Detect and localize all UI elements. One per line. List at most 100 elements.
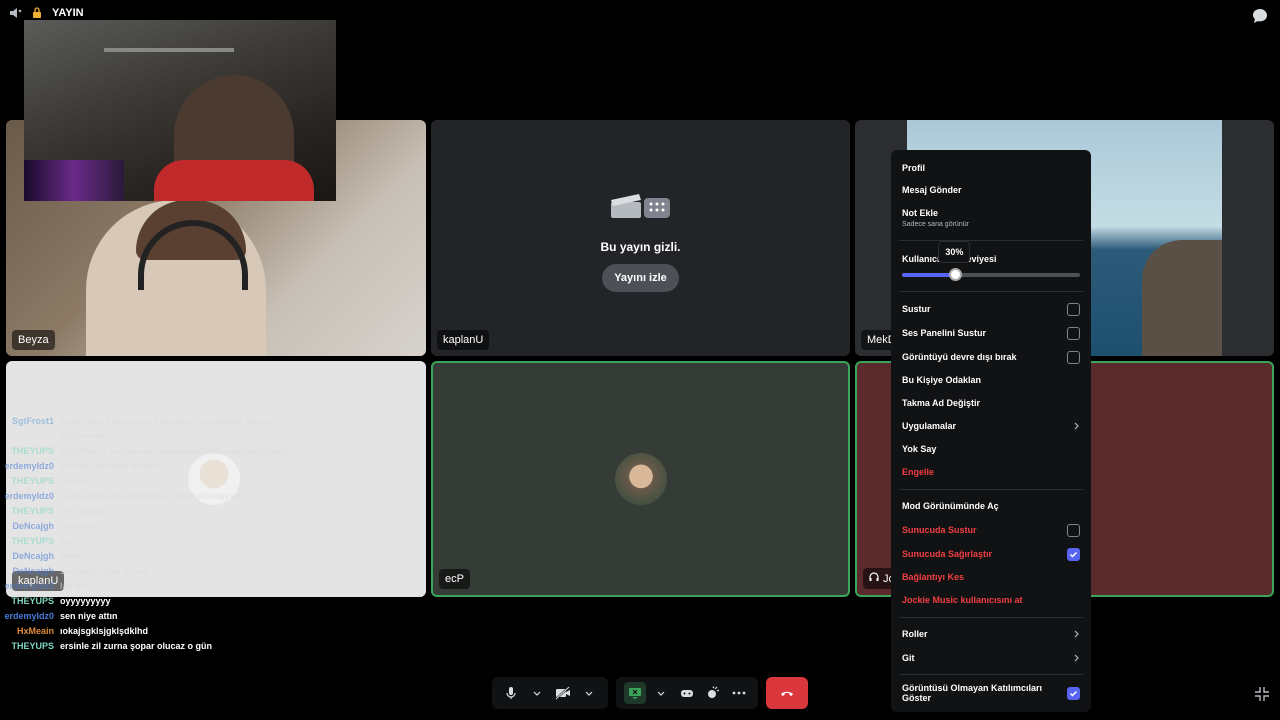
menu-item-roles[interactable]: Roller: [902, 626, 1080, 642]
more-icon[interactable]: [728, 682, 750, 704]
video-tile-ecp[interactable]: ecP: [431, 361, 850, 597]
chat-message: DeNcajgh lanatma: [4, 519, 304, 534]
chat-message: THEYUPS oyyyyyyyyy: [4, 594, 304, 609]
stream-label: YAYIN: [52, 7, 84, 19]
menu-item-kick-user[interactable]: Jockie Music kullanıcısını at: [902, 592, 1080, 608]
chevron-down-icon[interactable]: [526, 682, 548, 704]
menu-item-profile[interactable]: Profil: [902, 160, 1080, 176]
mic-icon[interactable]: [500, 682, 522, 704]
menu-separator: [899, 240, 1083, 241]
chat-message: erdemyldz0 bazen çok kıncı oluyorsun @mra…: [4, 489, 304, 504]
menu-item-server-mute[interactable]: Sunucuda Sustur: [902, 522, 1080, 538]
menu-item-mute-soundboard[interactable]: Ses Panelini Sustur: [902, 325, 1080, 341]
menu-item-show-non-video[interactable]: Görüntüsü Olmayan Katılımcıları Göster: [902, 683, 1080, 703]
chevron-right-icon: [1072, 422, 1080, 430]
chat-username: HxMeain: [16, 626, 54, 636]
chevron-down-icon[interactable]: [578, 682, 600, 704]
volume-tooltip: 30%: [938, 241, 971, 263]
activity-icon[interactable]: [676, 682, 698, 704]
menu-item-disconnect[interactable]: Bağlantıyı Kes: [902, 569, 1080, 585]
chat-username: THEYUPS: [11, 596, 54, 606]
chat-text: oyyyyyyyyy: [60, 596, 111, 606]
disable-video-checkbox[interactable]: [1067, 350, 1080, 364]
chat-text: kuzen ben kaçıyorum oğuyorum o sağdaki f…: [60, 416, 279, 426]
tile-label: kaplanU: [437, 330, 490, 350]
server-mute-checkbox[interactable]: [1067, 523, 1080, 537]
screen-share-icon[interactable]: [624, 682, 646, 704]
speaker-icon[interactable]: [8, 6, 22, 20]
chat-username: erdemyldz0: [4, 581, 54, 591]
watch-stream-button[interactable]: Yayını izle: [602, 264, 679, 292]
chat-text: kedi duygulanıp oynadı: [60, 461, 161, 471]
menu-item-ignore[interactable]: Yok Say: [902, 441, 1080, 457]
user-context-menu: Profil Mesaj Gönder Not Ekle Sadece sana…: [891, 150, 1091, 712]
chat-username: DeNcajgh: [12, 566, 54, 576]
server-deafen-checkbox[interactable]: [1067, 547, 1080, 561]
menu-item-mute[interactable]: Sustur: [902, 301, 1080, 317]
menu-item-add-note[interactable]: Not Ekle: [902, 205, 1080, 221]
pc-rgb-light: [24, 160, 124, 201]
menu-separator: [899, 489, 1083, 490]
check-icon: [1069, 551, 1078, 558]
mute-checkbox[interactable]: [1067, 302, 1080, 316]
menu-item-server-deafen[interactable]: Sunucuda Sağırlaştır: [902, 546, 1080, 562]
menu-item-apps[interactable]: Uygulamalar: [902, 418, 1080, 434]
chevron-right-icon: [1072, 654, 1080, 662]
menu-separator: [899, 291, 1083, 292]
chat-message: erdemyldz0 kedi duygulanıp oynadı: [4, 459, 304, 474]
call-controls: [492, 677, 808, 709]
chat-text: bazen çok kıncı oluyorsun @mrakhoidyumi: [60, 491, 246, 501]
menu-item-open-mod-view[interactable]: Mod Görünümünde Aç: [902, 498, 1080, 514]
pip-webcam[interactable]: [24, 20, 336, 201]
stream-chat-overlay: SgtFrost1 kuzen ben kaçıyorum oğuyorum o …: [4, 414, 304, 654]
headphones-icon: [869, 572, 879, 585]
chat-username: erdemyldz0: [4, 491, 54, 501]
hangup-icon: [780, 684, 794, 702]
chat-text: lanatma: [60, 521, 95, 531]
camera-off-icon[interactable]: [552, 682, 574, 704]
add-note-subtext: Sadece sana görünür: [902, 221, 969, 228]
menu-item-disable-video[interactable]: Görüntüyü devre dışı bırak: [902, 349, 1080, 365]
chat-text: lan olm: [60, 581, 92, 591]
chat-username: erdemyldz0: [4, 611, 54, 621]
tile-label: Beyza: [12, 330, 55, 350]
menu-separator: [899, 674, 1083, 675]
chat-message: erdemyldz0 sen niye attın: [4, 609, 304, 624]
chat-username: THEYUPS: [11, 476, 54, 486]
soundboard-icon[interactable]: [702, 682, 724, 704]
chat-message: THEYUPS ersinle zil zurna şopar olucaz o …: [4, 639, 304, 654]
audio-video-group: [492, 677, 608, 709]
chat-message: THEYUPS hazırım: [4, 474, 304, 489]
chat-username: erdemyldz0: [4, 461, 54, 471]
chat-text: sen niye attın: [60, 611, 118, 621]
volume-label: Kullanıcı Ses Seviyesi: [902, 254, 997, 264]
chat-text: ıokajsgklsjgklşdklhd: [60, 626, 149, 636]
chat-text: gözlerinden: [60, 431, 111, 441]
top-bar: YAYIN: [8, 6, 84, 20]
menu-item-go[interactable]: Git: [902, 650, 1080, 666]
check-icon: [1070, 690, 1078, 697]
menu-item-send-message[interactable]: Mesaj Gönder: [902, 182, 1080, 198]
volume-slider-fill: [902, 273, 956, 277]
activity-group: [616, 677, 758, 709]
shrink-icon[interactable]: [1254, 686, 1270, 702]
video-tile-kaplanu[interactable]: Bu yayın gizli. Yayını izle kaplanU: [431, 120, 850, 356]
avatar: [614, 453, 667, 505]
tile-label: ecP: [439, 569, 470, 589]
chat-username: THEYUPS: [11, 506, 54, 516]
mute-soundboard-checkbox[interactable]: [1067, 326, 1080, 340]
chat-message: HxMeain ıokajsgklsjgklşdklhd: [4, 624, 304, 639]
chevron-down-icon[interactable]: [650, 682, 672, 704]
volume-slider-handle[interactable]: [949, 268, 963, 281]
chat-username: SgtFrost1: [11, 416, 54, 426]
volume-slider[interactable]: [902, 268, 1080, 281]
menu-item-block[interactable]: Engelle: [902, 464, 1080, 480]
chevron-right-icon: [1072, 630, 1080, 638]
chat-username: THEYUPS: [11, 536, 54, 546]
chat-message: erdemyldz0 lan olm: [4, 579, 304, 594]
menu-item-change-nickname[interactable]: Takma Ad Değiştir: [902, 395, 1080, 411]
menu-item-focus-person[interactable]: Bu Kişiye Odaklan: [902, 372, 1080, 388]
hangup-button[interactable]: [766, 677, 808, 709]
chat-bubble-icon[interactable]: [1252, 8, 1268, 24]
show-non-video-checkbox[interactable]: [1067, 686, 1080, 700]
